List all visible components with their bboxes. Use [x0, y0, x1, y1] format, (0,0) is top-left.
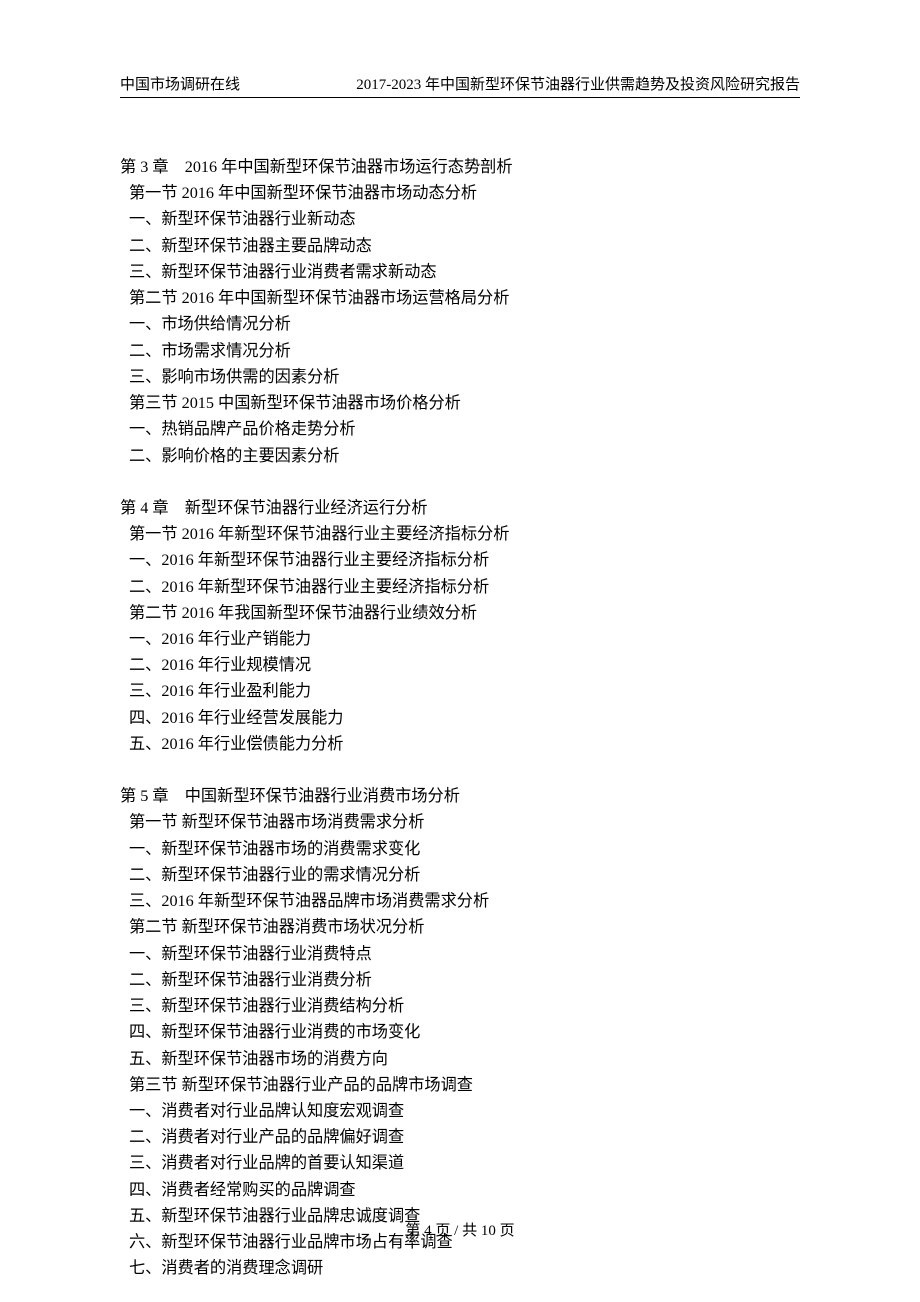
toc-line: 七、消费者的消费理念调研 [120, 1255, 800, 1281]
toc-line: 第三节 新型环保节油器行业产品的品牌市场调查 [120, 1072, 800, 1098]
toc-line: 一、2016 年行业产销能力 [120, 626, 800, 652]
header-org: 中国市场调研在线 [120, 73, 240, 94]
toc-line: 四、2016 年行业经营发展能力 [120, 705, 800, 731]
toc-line: 四、消费者经常购买的品牌调查 [120, 1177, 800, 1203]
chapter-5: 第 5 章 中国新型环保节油器行业消费市场分析 第一节 新型环保节油器市场消费需… [120, 783, 800, 1281]
toc-line: 二、新型环保节油器行业的需求情况分析 [120, 862, 800, 888]
chapter-3: 第 3 章 2016 年中国新型环保节油器市场运行态势剖析 第一节 2016 年… [120, 154, 800, 469]
toc-line: 第二节 2016 年我国新型环保节油器行业绩效分析 [120, 600, 800, 626]
toc-line: 三、消费者对行业品牌的首要认知渠道 [120, 1150, 800, 1176]
toc-line: 第一节 2016 年中国新型环保节油器市场动态分析 [120, 180, 800, 206]
chapter-title: 第 3 章 2016 年中国新型环保节油器市场运行态势剖析 [120, 154, 800, 180]
toc-line: 二、影响价格的主要因素分析 [120, 443, 800, 469]
toc-content: 第 3 章 2016 年中国新型环保节油器市场运行态势剖析 第一节 2016 年… [120, 154, 800, 1282]
chapter-title: 第 5 章 中国新型环保节油器行业消费市场分析 [120, 783, 800, 809]
toc-line: 第一节 2016 年新型环保节油器行业主要经济指标分析 [120, 521, 800, 547]
toc-line: 二、新型环保节油器主要品牌动态 [120, 233, 800, 259]
header-report-title: 2017-2023 年中国新型环保节油器行业供需趋势及投资风险研究报告 [356, 73, 800, 94]
toc-line: 五、新型环保节油器市场的消费方向 [120, 1046, 800, 1072]
page-footer: 第 4 页 / 共 10 页 [0, 1219, 920, 1240]
toc-line: 四、新型环保节油器行业消费的市场变化 [120, 1019, 800, 1045]
toc-line: 第三节 2015 中国新型环保节油器市场价格分析 [120, 390, 800, 416]
page-number: 第 4 页 / 共 10 页 [405, 1223, 514, 1239]
toc-line: 三、2016 年新型环保节油器品牌市场消费需求分析 [120, 888, 800, 914]
toc-line: 三、新型环保节油器行业消费者需求新动态 [120, 259, 800, 285]
toc-line: 三、2016 年行业盈利能力 [120, 678, 800, 704]
toc-line: 第一节 新型环保节油器市场消费需求分析 [120, 809, 800, 835]
toc-line: 一、新型环保节油器市场的消费需求变化 [120, 836, 800, 862]
toc-line: 二、新型环保节油器行业消费分析 [120, 967, 800, 993]
toc-line: 一、热销品牌产品价格走势分析 [120, 416, 800, 442]
toc-line: 第二节 2016 年中国新型环保节油器市场运营格局分析 [120, 285, 800, 311]
toc-line: 二、2016 年行业规模情况 [120, 652, 800, 678]
page-container: 中国市场调研在线 2017-2023 年中国新型环保节油器行业供需趋势及投资风险… [0, 0, 920, 1282]
toc-line: 一、新型环保节油器行业消费特点 [120, 941, 800, 967]
toc-line: 一、消费者对行业品牌认知度宏观调查 [120, 1098, 800, 1124]
toc-line: 三、影响市场供需的因素分析 [120, 364, 800, 390]
toc-line: 第二节 新型环保节油器消费市场状况分析 [120, 914, 800, 940]
toc-line: 一、2016 年新型环保节油器行业主要经济指标分析 [120, 547, 800, 573]
toc-line: 五、2016 年行业偿债能力分析 [120, 731, 800, 757]
toc-line: 二、2016 年新型环保节油器行业主要经济指标分析 [120, 574, 800, 600]
toc-line: 三、新型环保节油器行业消费结构分析 [120, 993, 800, 1019]
toc-line: 一、新型环保节油器行业新动态 [120, 206, 800, 232]
toc-line: 一、市场供给情况分析 [120, 311, 800, 337]
chapter-4: 第 4 章 新型环保节油器行业经济运行分析 第一节 2016 年新型环保节油器行… [120, 495, 800, 757]
page-header: 中国市场调研在线 2017-2023 年中国新型环保节油器行业供需趋势及投资风险… [120, 73, 800, 98]
chapter-title: 第 4 章 新型环保节油器行业经济运行分析 [120, 495, 800, 521]
toc-line: 二、市场需求情况分析 [120, 338, 800, 364]
toc-line: 二、消费者对行业产品的品牌偏好调查 [120, 1124, 800, 1150]
